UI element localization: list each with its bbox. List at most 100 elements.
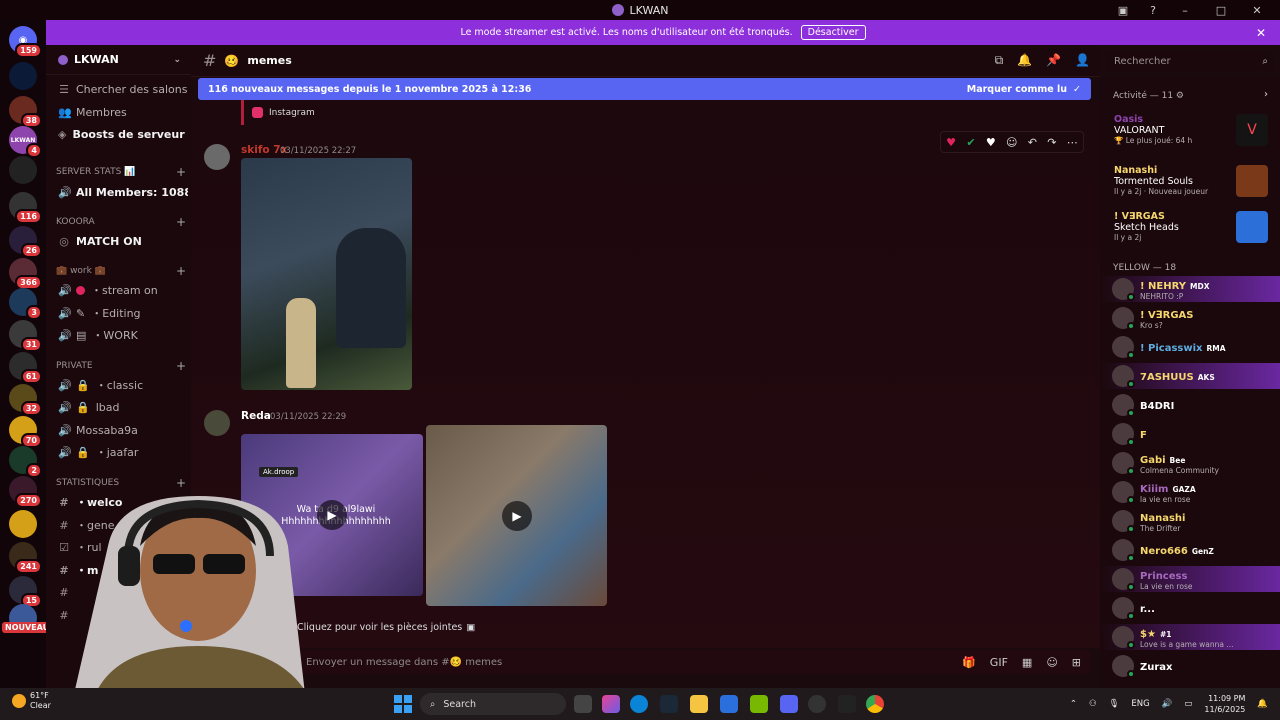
member-row[interactable]: Kiiim GAZA la vie en rose — [1100, 479, 1280, 505]
bell-icon[interactable]: 🔔 — [1017, 53, 1032, 68]
server-icon-lkwan[interactable]: LKWAN 4 — [9, 126, 42, 158]
server-icon[interactable]: 3 — [9, 288, 42, 320]
discord-taskbar-icon[interactable] — [780, 695, 798, 713]
notifications-icon[interactable]: 🔔 — [1257, 699, 1268, 709]
store-icon[interactable] — [720, 695, 738, 713]
category-koora[interactable]: KOOORA + — [56, 215, 186, 229]
server-icon[interactable]: 241 — [9, 542, 42, 574]
edge-icon[interactable] — [630, 695, 648, 713]
member-row[interactable]: $★ #1 Love is a game wanna ... — [1100, 624, 1280, 650]
play-icon[interactable]: ▶ — [502, 501, 532, 531]
video-attachment[interactable] — [241, 158, 412, 390]
battery-icon[interactable]: ▭ — [1184, 699, 1192, 709]
category-private[interactable]: PRIVATE + — [56, 359, 186, 373]
server-icon[interactable]: 116 — [9, 192, 42, 224]
app-icon[interactable] — [808, 695, 826, 713]
file-explorer-icon[interactable] — [690, 695, 708, 713]
network-icon[interactable]: ⚇ — [1089, 699, 1097, 709]
guild-header[interactable]: LKWAN ⌄ — [46, 45, 191, 75]
browse-channels-item[interactable]: ☰ Chercher des salons — [58, 79, 188, 99]
task-view-icon[interactable] — [574, 695, 592, 713]
member-row[interactable]: ! NEHRY MDX NEHRITO :P — [1100, 276, 1280, 302]
server-icon[interactable]: 61 — [9, 352, 42, 384]
heart-red-icon[interactable]: ♥ — [946, 136, 956, 149]
apps-icon[interactable]: ⊞ — [1072, 656, 1081, 669]
volume-icon[interactable]: 🔊 — [1162, 699, 1173, 709]
copilot-icon[interactable] — [602, 695, 620, 713]
heart-white-icon[interactable]: ♥ — [986, 136, 996, 149]
avatar[interactable] — [204, 410, 230, 436]
member-row[interactable]: Nero666 GenZ — [1100, 537, 1280, 563]
home-dm-button[interactable]: ◉ 159 — [9, 26, 42, 58]
add-channel-icon[interactable]: + — [176, 215, 186, 229]
pin-icon[interactable]: 📌 — [1046, 53, 1061, 68]
server-icon[interactable]: 31 — [9, 320, 42, 352]
channel-stream-on[interactable]: 🔊 ・stream on — [58, 280, 188, 300]
server-icon[interactable] — [9, 510, 37, 538]
microphone-icon[interactable]: 🎙 — [1109, 699, 1120, 709]
windows-start-icon[interactable] — [394, 695, 412, 713]
new-messages-bar[interactable]: 116 nouveaux messages depuis le 1 novemb… — [198, 78, 1091, 100]
server-icon[interactable]: 32 — [9, 384, 42, 416]
server-icon[interactable] — [9, 62, 37, 90]
member-row[interactable]: ! V∃RGAS Kro s? — [1100, 305, 1280, 331]
reply-icon[interactable]: ↶ — [1028, 136, 1037, 149]
channel-work[interactable]: 🔊 ▤ ・WORK — [58, 325, 188, 345]
sticker-icon[interactable]: ▦ — [1022, 656, 1032, 669]
g-hub-icon[interactable] — [838, 695, 856, 713]
member-row[interactable]: r... — [1100, 595, 1280, 621]
server-icon[interactable]: 366 — [9, 258, 42, 290]
channel-jaafar[interactable]: 🔊 🔒 ・jaafar — [58, 442, 188, 462]
avatar[interactable] — [204, 144, 230, 170]
members-item[interactable]: 👥 Membres — [58, 102, 188, 122]
channel-mossaba9a[interactable]: 🔊 Mossaba9a — [58, 420, 188, 440]
member-row[interactable]: Nanashi The Drifter — [1100, 508, 1280, 534]
gif-icon[interactable]: GIF — [990, 656, 1008, 669]
server-icon[interactable] — [9, 156, 37, 184]
check-icon[interactable]: ✔ — [966, 136, 975, 149]
add-channel-icon[interactable]: + — [176, 359, 186, 373]
channel-match-on[interactable]: ◎ MATCH ON — [58, 231, 188, 251]
forward-icon[interactable]: ↷ — [1047, 136, 1056, 149]
inbox-icon[interactable]: ▣ — [1118, 4, 1128, 17]
channel-classic[interactable]: 🔊 🔒 ・classic — [58, 375, 188, 395]
clock[interactable]: 11:09 PM 11/6/2025 — [1204, 693, 1245, 715]
disable-streamer-button[interactable]: Désactiver — [800, 25, 866, 40]
member-row[interactable]: Gabi Bee Colmena Community — [1100, 450, 1280, 476]
activity-card[interactable]: ! V∃RGAS Sketch Heads Il y a 2j — [1114, 211, 1274, 245]
chevron-right-icon[interactable]: › — [1264, 89, 1268, 100]
channel-lbad[interactable]: 🔊 🔒 lbad — [58, 397, 188, 417]
activity-card[interactable]: Oasis VALORANT 🏆 Le plus joué: 64 h V — [1114, 114, 1274, 148]
member-row[interactable]: B4DRI — [1100, 392, 1280, 418]
member-list-icon[interactable]: 👤 — [1075, 53, 1090, 68]
server-icon[interactable]: 38 — [9, 96, 42, 128]
maximize-button[interactable]: □ — [1214, 4, 1228, 17]
mark-as-read-button[interactable]: Marquer comme lu — [967, 84, 1067, 95]
more-icon[interactable]: ⋯ — [1067, 136, 1078, 149]
member-row[interactable]: Zurax — [1100, 653, 1280, 679]
add-channel-icon[interactable]: + — [176, 165, 186, 179]
channel-all-members[interactable]: 🔊 All Members: 1088 — [58, 182, 188, 202]
close-icon[interactable]: ✕ — [1256, 26, 1266, 40]
message-author[interactable]: Reda — [241, 410, 271, 422]
emoji-picker-icon[interactable]: ☺ — [1046, 656, 1057, 669]
server-boosts-item[interactable]: ◈ Boosts de serveur 1 — [58, 124, 188, 144]
member-row[interactable]: F — [1100, 421, 1280, 447]
server-icon[interactable]: 70 — [9, 416, 42, 448]
minimize-button[interactable]: – — [1178, 4, 1192, 17]
taskbar-search[interactable]: ⌕ Search — [420, 693, 566, 715]
search-input[interactable]: Rechercher ⌕ — [1106, 51, 1274, 71]
add-channel-icon[interactable]: + — [176, 264, 186, 278]
help-icon[interactable]: ? — [1150, 4, 1156, 17]
server-icon[interactable]: 2 — [9, 446, 42, 478]
add-reaction-icon[interactable]: ☺ — [1006, 136, 1017, 149]
gift-icon[interactable]: 🎁 — [962, 656, 976, 669]
server-icon[interactable]: 270 — [9, 476, 42, 508]
steam-icon[interactable] — [660, 695, 678, 713]
close-window-button[interactable]: ✕ — [1250, 4, 1264, 17]
channel-editing[interactable]: 🔊 ✎ ・Editing — [58, 303, 188, 323]
server-icon[interactable]: 15 — [9, 576, 42, 608]
nvidia-icon[interactable] — [750, 695, 768, 713]
threads-icon[interactable]: ⧉ — [995, 53, 1004, 68]
server-icon[interactable]: 26 — [9, 226, 42, 258]
